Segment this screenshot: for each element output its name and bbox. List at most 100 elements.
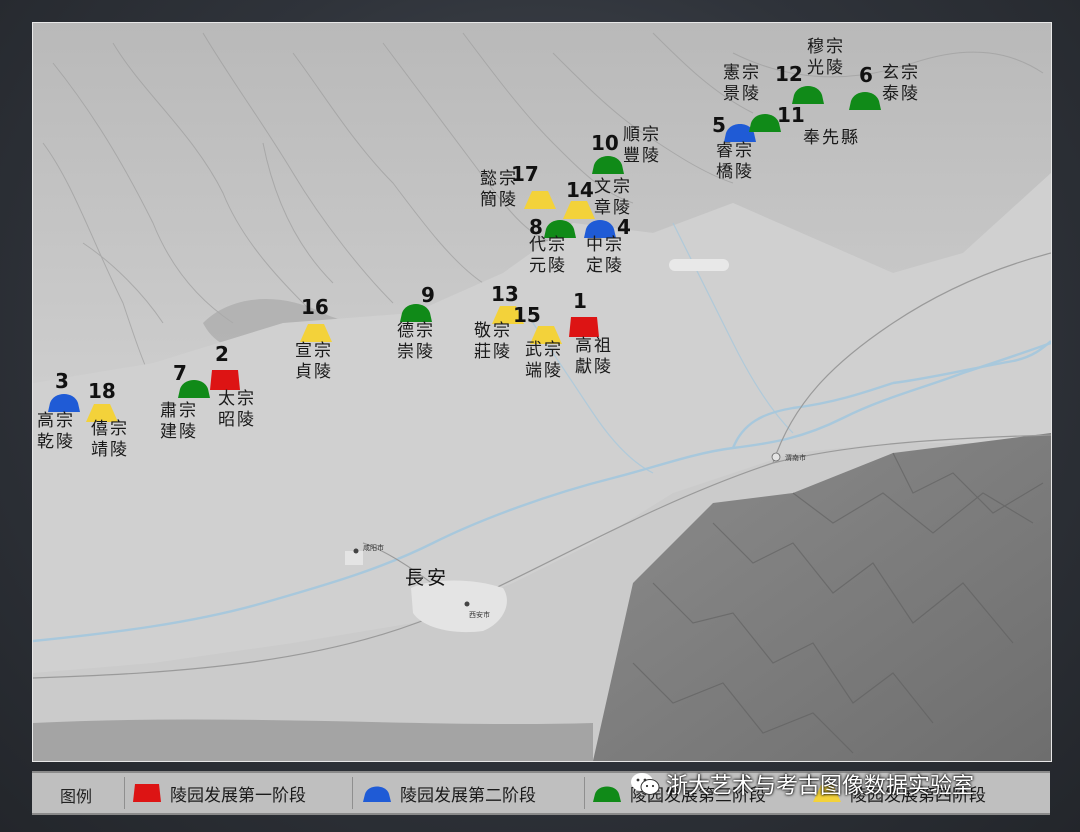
- tomb-label-line: 憲宗: [723, 63, 761, 83]
- phase1-swatch: [133, 784, 161, 802]
- tomb-label: 肅宗 建陵: [160, 401, 198, 443]
- tomb-mound: [48, 394, 80, 412]
- tomb-number: 13: [491, 282, 519, 306]
- tomb-label-line: 德宗: [397, 321, 435, 341]
- tomb-label-line: 太宗: [218, 389, 256, 409]
- tomb-label-line: 橋陵: [716, 162, 754, 182]
- tomb-marker-phase4[interactable]: [562, 198, 596, 220]
- tomb-marker-phase3[interactable]: [399, 301, 433, 323]
- tomb-label: 順宗 豐陵: [623, 125, 661, 167]
- legend-label-phase1: 陵园发展第一阶段: [170, 785, 306, 806]
- tomb-mound: [563, 201, 595, 219]
- tomb-marker-phase1[interactable]: [567, 316, 601, 338]
- tomb-number: 10: [591, 131, 619, 155]
- tomb-label-line: 景陵: [723, 84, 761, 104]
- phase3-swatch: [593, 786, 621, 802]
- watermark-text: 浙大艺术与考古图像数据实验室: [666, 774, 975, 799]
- legend-label-phase2: 陵园发展第二阶段: [400, 785, 536, 806]
- tomb-label-line: 獻陵: [575, 357, 613, 377]
- tomb-marker-phase3[interactable]: [748, 111, 782, 133]
- tomb-number: 8: [529, 215, 543, 239]
- tomb-label-line: 高祖: [575, 336, 613, 356]
- tomb-marker-phase4[interactable]: [523, 188, 557, 210]
- tomb-marker-phase3[interactable]: [848, 89, 882, 111]
- tomb-marker-phase3[interactable]: [591, 153, 625, 175]
- tomb-label-line: 簡陵: [480, 190, 518, 210]
- tomb-marker-phase1[interactable]: [208, 369, 242, 391]
- legend-item-phase1: 陵园发展第一阶段: [132, 773, 306, 813]
- tomb-mound: [178, 380, 210, 398]
- legend-divider: [584, 777, 585, 809]
- tomb-mound: [592, 156, 624, 174]
- tomb-label: 僖宗 靖陵: [91, 419, 129, 461]
- tomb-label: 德宗 崇陵: [397, 321, 435, 363]
- tomb-label-line: 肅宗: [160, 401, 198, 421]
- map: 長安 西安市 咸阳市 渭南市 奉先縣 1 高祖 獻陵 2 太宗 昭陵 3 高宗 乾陵 4 中宗 定陵 5…: [32, 22, 1052, 762]
- tomb-number: 3: [55, 369, 69, 393]
- tomb-label: 穆宗 光陵: [807, 37, 845, 79]
- legend-divider: [124, 777, 125, 809]
- tomb-mound: [300, 324, 332, 342]
- tomb-label: 高祖 獻陵: [575, 336, 613, 378]
- tomb-label-line: 光陵: [807, 58, 845, 78]
- tomb-label-line: 崇陵: [397, 342, 435, 362]
- tomb-marker-phase2[interactable]: [47, 391, 81, 413]
- city-label-xian: 西安市: [469, 611, 490, 619]
- tomb-label: 宣宗 貞陵: [295, 341, 333, 383]
- tomb-marker-phase3[interactable]: [177, 377, 211, 399]
- tomb-label-line: 乾陵: [37, 432, 75, 452]
- tomb-mound: [210, 370, 240, 390]
- tomb-mound: [524, 191, 556, 209]
- tomb-label: 太宗 昭陵: [218, 389, 256, 431]
- tomb-label-line: 文宗: [594, 177, 632, 197]
- watermark: 浙大艺术与考古图像数据实验室: [630, 764, 974, 804]
- tomb-mound: [400, 304, 432, 322]
- tomb-number: 2: [215, 342, 229, 366]
- tomb-label-line: 高宗: [37, 411, 75, 431]
- legend-title: 图例: [60, 787, 93, 806]
- tomb-label: 憲宗 景陵: [723, 63, 761, 105]
- tomb-number: 6: [859, 63, 873, 87]
- tomb-label-line: 端陵: [525, 361, 563, 381]
- tomb-number: 15: [513, 303, 541, 327]
- district-label-fengxian: 奉先縣: [803, 128, 860, 148]
- tomb-label-line: 莊陵: [474, 342, 512, 362]
- tomb-label-line: 貞陵: [295, 362, 333, 382]
- tomb-mound: [792, 86, 824, 104]
- legend-divider: [352, 777, 353, 809]
- tomb-mound: [749, 114, 781, 132]
- tomb-label: 敬宗 莊陵: [474, 321, 512, 363]
- tomb-label: 玄宗 泰陵: [882, 63, 920, 105]
- tomb-label: 武宗 端陵: [525, 340, 563, 382]
- wechat-icon: [631, 773, 660, 795]
- slide: { "colors": { "phase1": "#dd1414", "phas…: [0, 0, 1080, 832]
- tomb-label-line: 宣宗: [295, 341, 333, 361]
- tomb-label-line: 泰陵: [882, 84, 920, 104]
- tomb-number: 12: [775, 62, 803, 86]
- tomb-label: 文宗 章陵: [594, 177, 632, 219]
- phase2-swatch: [363, 786, 391, 802]
- tomb-label-line: 穆宗: [807, 37, 845, 57]
- tomb-label: 高宗 乾陵: [37, 411, 75, 453]
- tomb-label-line: 玄宗: [882, 63, 920, 83]
- tomb-number: 18: [88, 379, 116, 403]
- tomb-label-line: 敬宗: [474, 321, 512, 341]
- tomb-number: 4: [617, 215, 631, 239]
- tomb-label-line: 昭陵: [218, 410, 256, 430]
- tomb-label-line: 建陵: [160, 422, 198, 442]
- tomb-number: 14: [566, 178, 594, 202]
- tomb-label: 懿宗 簡陵: [480, 169, 518, 211]
- tomb-marker-phase3[interactable]: [791, 83, 825, 105]
- tomb-label: 睿宗 橋陵: [716, 141, 754, 183]
- tomb-label-line: 定陵: [586, 256, 624, 276]
- tomb-label-line: 代宗: [529, 235, 567, 255]
- tomb-label-line: 靖陵: [91, 440, 129, 460]
- tomb-marker-phase4[interactable]: [299, 321, 333, 343]
- city-label-weinan: 渭南市: [785, 454, 806, 462]
- tomb-label: 中宗 定陵: [586, 235, 624, 277]
- tomb-label-line: 章陵: [594, 198, 632, 218]
- tomb-mound: [569, 317, 599, 337]
- tomb-label-line: 懿宗: [480, 169, 518, 189]
- tomb-number: 1: [573, 289, 587, 313]
- changan-label: 長安: [405, 567, 450, 589]
